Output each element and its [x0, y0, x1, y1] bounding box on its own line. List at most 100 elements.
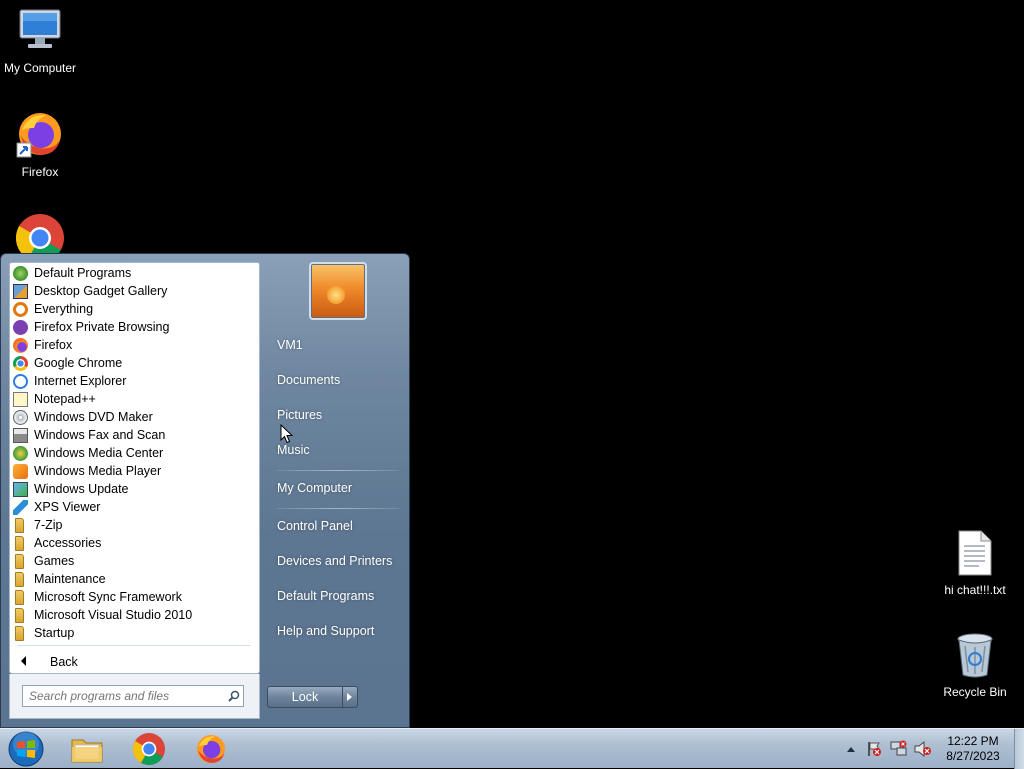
folder-icon: [15, 536, 24, 551]
desktop-icon-my-computer[interactable]: My Computer: [0, 8, 80, 75]
shutdown-options-arrow[interactable]: [343, 686, 358, 708]
search-input[interactable]: [22, 685, 244, 707]
network-icon[interactable]: [890, 740, 908, 758]
program-item[interactable]: Games: [10, 552, 259, 570]
volume-muted-icon[interactable]: [914, 741, 932, 757]
program-item[interactable]: Windows DVD Maker: [10, 408, 259, 426]
back-button-label: Back: [50, 655, 78, 669]
program-item-label: Windows Update: [34, 482, 129, 496]
taskbar-firefox-button[interactable]: [186, 731, 236, 767]
all-programs-pane: Default Programs Desktop Gadget Gallery Ev…: [9, 262, 260, 674]
folder-icon: [71, 739, 103, 763]
fax-icon: [13, 428, 28, 443]
desktop-icon-text-file[interactable]: hi chat!!!.txt: [935, 530, 1015, 597]
lock-button[interactable]: Lock: [267, 686, 343, 708]
firefox-icon: [197, 735, 225, 763]
folder-icon: [15, 590, 24, 605]
start-menu-link[interactable]: My Computer: [269, 475, 401, 501]
program-item-label: Accessories: [34, 536, 102, 550]
program-item-label: XPS Viewer: [34, 500, 101, 514]
program-item[interactable]: Maintenance: [10, 570, 259, 588]
taskbar-chrome-button[interactable]: [124, 731, 174, 767]
program-item[interactable]: Firefox: [10, 336, 259, 354]
program-item[interactable]: Internet Explorer: [10, 372, 259, 390]
program-item-label: Microsoft Sync Framework: [34, 590, 182, 604]
program-item-label: Windows Fax and Scan: [34, 428, 166, 442]
program-item-label: Microsoft Visual Studio 2010: [34, 608, 193, 622]
start-menu-link[interactable]: Control Panel: [269, 513, 401, 539]
start-menu-link[interactable]: Documents: [269, 367, 401, 393]
gadget-icon: [13, 284, 28, 299]
update-icon: [13, 482, 28, 497]
program-item[interactable]: Startup: [10, 624, 259, 642]
program-item[interactable]: Windows Update: [10, 480, 259, 498]
dvd-icon: [13, 410, 28, 425]
default-programs-icon: [13, 266, 28, 281]
program-item[interactable]: 7-Zip: [10, 516, 259, 534]
show-desktop-button[interactable]: [1014, 729, 1024, 769]
media-player-icon: [13, 464, 28, 479]
program-item-label: Firefox: [34, 338, 73, 352]
action-center-flag-icon[interactable]: [866, 741, 882, 757]
divider: [277, 470, 399, 471]
program-item[interactable]: Google Chrome: [10, 354, 259, 372]
folder-icon: [15, 608, 24, 623]
divider: [277, 508, 399, 509]
folder-icon: [15, 626, 24, 641]
program-item-label: Desktop Gadget Gallery: [34, 284, 168, 298]
divider: [18, 645, 251, 646]
program-item-label: Google Chrome: [34, 356, 123, 370]
start-menu: Default Programs Desktop Gadget Gallery Ev…: [0, 253, 410, 728]
firefox-icon: [16, 113, 61, 158]
clock[interactable]: 12:22 PM 8/27/2023: [936, 734, 1010, 764]
program-item[interactable]: Desktop Gadget Gallery: [10, 282, 259, 300]
computer-icon: [19, 9, 61, 48]
program-item-label: Notepad++: [34, 392, 96, 406]
program-list: Default Programs Desktop Gadget Gallery Ev…: [10, 264, 259, 642]
start-menu-link[interactable]: Help and Support: [269, 618, 401, 644]
back-arrow-icon: [21, 656, 26, 666]
chrome-icon: [13, 356, 28, 371]
xps-icon: [13, 500, 28, 515]
desktop-icon-label: Firefox: [21, 165, 59, 179]
program-item[interactable]: Firefox Private Browsing: [10, 318, 259, 336]
search-icon: [13, 302, 28, 317]
private-browsing-icon: [13, 320, 28, 335]
search-area: [9, 674, 260, 719]
chrome-icon: [133, 733, 165, 765]
program-item[interactable]: Everything: [10, 300, 259, 318]
start-orb-button[interactable]: [6, 730, 46, 768]
program-item-label: Everything: [34, 302, 94, 316]
show-hidden-icons-arrow[interactable]: [846, 745, 856, 753]
taskbar-explorer-button[interactable]: [62, 731, 112, 767]
start-menu-link[interactable]: Default Programs: [269, 583, 401, 609]
program-item[interactable]: Windows Media Center: [10, 444, 259, 462]
user-avatar[interactable]: [309, 262, 367, 320]
program-item[interactable]: Default Programs: [10, 264, 259, 282]
text-file-icon: [958, 530, 992, 576]
search-icon[interactable]: [228, 690, 240, 702]
program-item[interactable]: XPS Viewer: [10, 498, 259, 516]
desktop-icon-label: hi chat!!!.txt: [944, 583, 1006, 597]
program-item-label: Windows DVD Maker: [34, 410, 153, 424]
program-item-label: Windows Media Center: [34, 446, 164, 460]
program-item-label: Internet Explorer: [34, 374, 127, 388]
program-item[interactable]: Notepad++: [10, 390, 259, 408]
program-item[interactable]: Windows Fax and Scan: [10, 426, 259, 444]
ie-icon: [13, 374, 28, 389]
program-item-label: Windows Media Player: [34, 464, 162, 478]
program-item[interactable]: Microsoft Visual Studio 2010: [10, 606, 259, 624]
desktop-icon-firefox[interactable]: Firefox: [0, 110, 80, 179]
recycle-bin-icon: [957, 633, 993, 678]
back-button[interactable]: Back: [10, 652, 259, 672]
program-item[interactable]: Microsoft Sync Framework: [10, 588, 259, 606]
program-item-label: Firefox Private Browsing: [34, 320, 170, 334]
desktop-icon-label: Recycle Bin: [943, 685, 1007, 699]
start-menu-link[interactable]: Devices and Printers: [269, 548, 401, 574]
program-item[interactable]: Accessories: [10, 534, 259, 552]
desktop-icon-recycle-bin[interactable]: Recycle Bin: [935, 632, 1015, 699]
program-item-label: 7-Zip: [34, 518, 63, 532]
program-item-label: Games: [34, 554, 75, 568]
program-item[interactable]: Windows Media Player: [10, 462, 259, 480]
start-menu-link[interactable]: VM1: [269, 332, 401, 358]
